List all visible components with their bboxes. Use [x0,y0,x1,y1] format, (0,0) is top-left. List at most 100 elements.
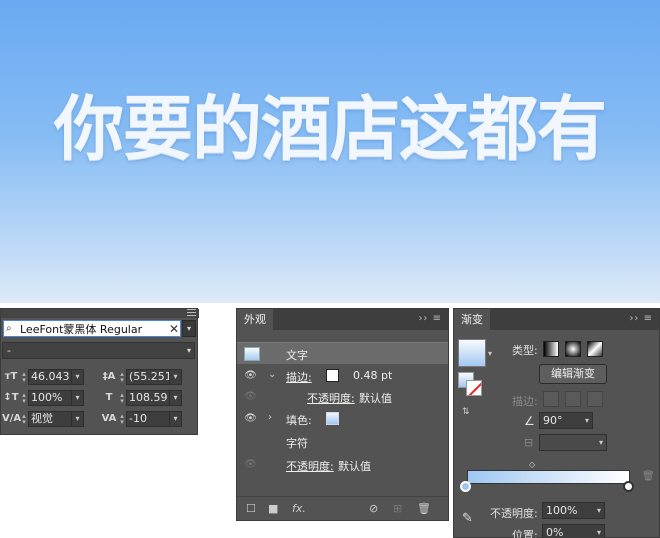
appearance-tab-bar: 外观 ›› ≡ [237,309,448,330]
chevron-down-icon[interactable]: ▾ [488,349,492,358]
angle-input[interactable]: 90° ▾ [539,412,593,429]
fx-icon[interactable]: fx. [292,502,306,515]
color-stop-start[interactable] [460,481,471,492]
stroke-across-icon[interactable] [587,391,603,407]
leading-input[interactable]: (55.251 [126,368,170,385]
fill-stroke-stroke-swatch[interactable] [466,380,482,396]
duplicate-icon[interactable]: ⊞ [393,502,402,515]
gradient-preview[interactable] [458,339,486,367]
chevron-down-icon[interactable]: ▾ [72,410,84,427]
leading-field[interactable]: ‡A ▴ ▾ (55.251 ▾ [100,367,182,386]
stepper-icon[interactable]: ▴ ▾ [20,391,28,404]
stroke-weight[interactable]: 0.48 pt [353,369,392,382]
character-panel-header [1,309,199,318]
chevron-down-icon: ▾ [598,438,603,447]
new-fill-icon[interactable]: ■ [268,502,278,515]
eyedropper-icon[interactable]: ✎ [462,511,473,526]
horizontal-scale-input[interactable]: 108.59 [126,389,170,406]
kerning-field[interactable]: V/A ▴ ▾ 视觉 ▾ [2,409,84,428]
swap-icon[interactable]: ⇅ [462,407,470,417]
clear-appearance-icon[interactable]: ⊘ [369,502,378,515]
appearance-row-characters[interactable]: 字符 [237,431,448,453]
appearance-row-stroke[interactable]: 👁 ⌄ 描边: 0.48 pt [237,365,448,387]
midpoint-marker[interactable]: ◇ [529,460,535,469]
opacity-label[interactable]: 不透明度: [286,458,334,474]
type-thumbnail [244,347,260,361]
stepper-icon[interactable]: ▴ ▾ [20,412,28,425]
tab-appearance[interactable]: 外观 [237,309,273,330]
stroke-within-icon[interactable] [543,391,559,407]
font-size-field[interactable]: ᴛT ▴ ▾ 46.043 ▾ [2,367,84,386]
stepper-icon[interactable]: ▴ ▾ [118,370,126,383]
char-row-scale: ↕T ▴ ▾ 100% ▾ T ▴ ▾ 108.59 ▾ [0,388,198,407]
location-input[interactable]: 0% ▾ [542,524,605,538]
color-stop-end[interactable] [623,481,634,492]
characters-label: 字符 [286,437,308,450]
hero-canvas: 你要的酒店这都有 [0,0,660,303]
appearance-row-stroke-opacity[interactable]: 👁 不透明度: 默认值 [237,386,448,408]
eye-icon[interactable]: 👁 [244,370,257,382]
appearance-panel: 外观 ›› ≡ 文字 👁 ⌄ 描边: 0.48 pt 👁 不透明度: 默认值 👁… [236,308,449,521]
chevron-down-icon[interactable]: ▾ [72,389,84,406]
stroke-opacity-label[interactable]: 不透明度: [307,390,355,406]
tracking-field[interactable]: VA ▴ ▾ -10 ▾ [100,409,182,428]
fill-swatch[interactable] [326,412,339,425]
trash-icon[interactable]: 🗑 [417,502,431,515]
eye-icon[interactable]: 👁 [244,459,257,471]
font-style-select[interactable]: - ▾ [2,342,195,359]
font-family-dropdown[interactable]: ▾ [182,320,196,337]
appearance-row-opacity[interactable]: 👁 不透明度: 默认值 [237,454,448,476]
gradient-slider[interactable] [467,470,630,484]
stepper-icon[interactable]: ▴ ▾ [118,412,126,425]
panel-menu-icon[interactable]: ›› ≡ [629,313,653,324]
chevron-down-icon[interactable]: ▾ [72,368,84,385]
linear-gradient-icon[interactable] [543,341,559,357]
delete-stop-icon[interactable]: 🗑 [642,471,655,482]
eye-icon[interactable]: 👁 [244,391,257,403]
eye-icon[interactable]: 👁 [244,413,257,425]
vertical-scale-field[interactable]: ↕T ▴ ▾ 100% ▾ [2,388,84,407]
angle-value: 90° [543,414,563,427]
tracking-input[interactable]: -10 [126,410,170,427]
chevron-right-icon[interactable]: › [268,412,272,423]
aspect-ratio-input[interactable]: ▾ [539,434,607,451]
font-family-value: LeeFont蒙黑体 Regular [20,322,143,336]
location-value: 0% [546,526,564,538]
radial-gradient-icon[interactable] [565,341,581,357]
opacity-input[interactable]: 100% ▾ [542,502,605,519]
chevron-down-icon[interactable]: ▾ [170,368,182,385]
panel-menu-icon[interactable] [187,309,196,316]
aspect-ratio-icon: ⊟ [524,436,534,449]
horizontal-scale-field[interactable]: T ▴ ▾ 108.59 ▾ [100,388,182,407]
chevron-down-icon[interactable]: ⌄ [268,369,276,380]
fill-label[interactable]: 填色: [286,412,312,428]
chevron-down-icon: ▾ [596,506,601,515]
edit-gradient-button[interactable]: 编辑渐变 [539,364,607,384]
stroke-opacity-value: 默认值 [359,392,392,405]
stepper-icon[interactable]: ▴ ▾ [118,391,126,404]
freeform-gradient-icon[interactable] [587,341,603,357]
tracking-icon: VA [101,413,117,424]
stroke-label: 描边: [512,395,538,408]
chevron-down-icon: ▾ [186,346,191,355]
font-family-input[interactable]: ⌕ LeeFont蒙黑体 Regular ✕ [3,320,181,337]
font-size-input[interactable]: 46.043 [28,368,72,385]
chevron-down-icon: ▾ [584,416,589,425]
stepper-icon[interactable]: ▴ ▾ [20,370,28,383]
chevron-down-icon[interactable]: ▾ [170,389,182,406]
stroke-along-icon[interactable] [565,391,581,407]
chevron-down-icon: ▾ [596,528,601,537]
stroke-swatch[interactable] [326,369,339,382]
panel-menu-icon[interactable]: ›› ≡ [418,313,442,324]
kerning-input[interactable]: 视觉 [28,410,72,427]
tab-gradient[interactable]: 渐变 [454,309,490,330]
new-stroke-icon[interactable]: ☐ [246,502,256,515]
stroke-label[interactable]: 描边: [286,369,312,385]
angle-icon: ∠ [524,414,535,428]
clear-icon[interactable]: ✕ [168,322,180,336]
vertical-scale-input[interactable]: 100% [28,389,72,406]
gradient-tab-bar: 渐变 ›› ≡ [454,309,659,330]
appearance-row-fill[interactable]: 👁 › 填色: [237,408,448,430]
chevron-down-icon[interactable]: ▾ [170,410,182,427]
appearance-row-type[interactable]: 文字 [237,342,448,364]
